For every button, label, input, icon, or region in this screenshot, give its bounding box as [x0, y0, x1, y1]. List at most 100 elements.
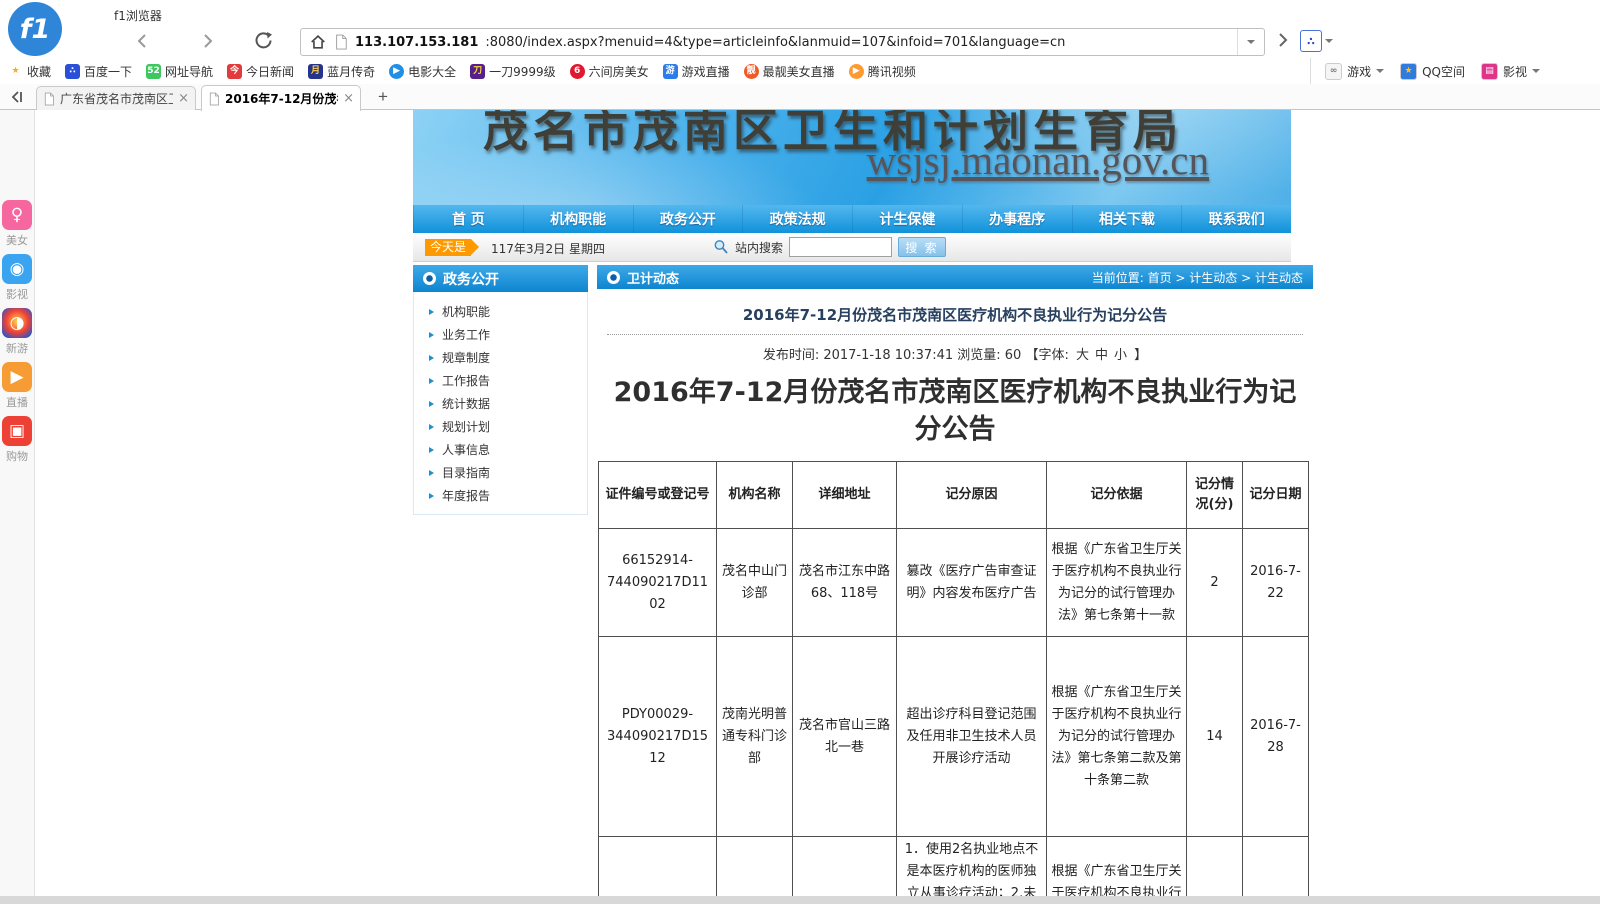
bookmarks-bar: ★ 收藏 ∴ 百度一下 52 网址导航 今 今日新闻 — [0, 58, 1600, 84]
webpage: 茂名市茂南区卫生和计划生育局 wsjsj.maonan.gov.cn 首 页 机… — [35, 110, 1600, 904]
left-menu-item[interactable]: 统计数据 — [414, 392, 587, 415]
bookmark-item[interactable]: ★ 收藏 — [8, 63, 51, 80]
left-menu: 政务公开 机构职能 业务工作 规章制度 — [413, 265, 588, 515]
nav-item[interactable]: 联系我们 — [1181, 205, 1291, 233]
baidu-paw-button[interactable]: ∴ — [1300, 30, 1333, 52]
bookmark-label: 六间房美女 — [589, 63, 649, 80]
cell-date: 2016-7-28 — [1243, 637, 1309, 837]
refresh-icon[interactable] — [252, 31, 274, 53]
tabs: 广东省茂名市茂南区卫生 × 2016年7-12月份茂名市茂 × — [36, 84, 366, 110]
bookmark-item[interactable]: 游 游戏直播 — [663, 63, 730, 80]
bookmark-item[interactable]: ▶ 电影大全 — [389, 63, 456, 80]
url-dropdown-icon[interactable] — [1237, 29, 1264, 55]
bookmark-item[interactable]: 靓 最靓美女直播 — [744, 63, 835, 80]
side-shortcut-icon: ◑ — [2, 308, 32, 338]
bookmark-label: 今日新闻 — [246, 63, 294, 80]
cell-score: 14 — [1187, 637, 1243, 837]
toolbar-button[interactable]: ★ QQ空间 — [1400, 63, 1465, 80]
cell-address: 茂名市江东中路68、118号 — [793, 529, 897, 637]
tab[interactable]: 广东省茂名市茂南区卫生 × — [36, 86, 196, 110]
collapse-tabs-icon[interactable] — [8, 89, 26, 105]
side-shortcut-label: 新游 — [6, 340, 28, 356]
left-menu-item[interactable]: 机构职能 — [414, 300, 587, 323]
search-icon — [713, 239, 729, 255]
bookmark-favicon: 游 — [663, 64, 678, 79]
tab-title: 2016年7-12月份茂名市茂 — [225, 90, 338, 107]
bookmark-item[interactable]: ∴ 百度一下 — [65, 63, 132, 80]
side-shortcut-label: 美女 — [6, 232, 28, 248]
chevron-down-icon — [1325, 39, 1333, 47]
toolbar-button[interactable]: ∞ 游戏 — [1325, 63, 1384, 80]
font-size-link[interactable]: 大 — [1076, 348, 1089, 363]
browser-nav-row: 113.107.153.181:8080/index.aspx?menuid=4… — [0, 24, 1600, 58]
tab-bar: 广东省茂名市茂南区卫生 × 2016年7-12月份茂名市茂 × + — [0, 84, 1600, 110]
nav-item[interactable]: 政策法规 — [742, 205, 852, 233]
left-menu-item-label: 规划计划 — [442, 418, 490, 435]
side-shortcut[interactable]: ◑ 新游 — [2, 308, 32, 356]
cell-reason: 超出诊疗科目登记范围及任用非卫生技术人员开展诊疗活动 — [897, 637, 1047, 837]
home-icon[interactable] — [309, 33, 327, 51]
cell-address: 茂名市江东中路68、118号 — [793, 837, 897, 904]
left-menu-item[interactable]: 目录指南 — [414, 461, 587, 484]
table-header-cell: 机构名称 — [717, 462, 793, 529]
browser-logo[interactable]: f1 — [8, 2, 62, 56]
left-menu-item[interactable]: 人事信息 — [414, 438, 587, 461]
cell-license-id: 66152914-744090217D1102 — [599, 529, 717, 637]
cell-basis: 根据《广东省卫生厅关于医疗机构不良执业行为记分的试行管理办法》第七条第二款及第十… — [1047, 637, 1187, 837]
side-shortcut-label: 影视 — [6, 286, 28, 302]
side-shortcut[interactable]: ◉ 影视 — [2, 254, 32, 302]
left-menu-item[interactable]: 业务工作 — [414, 323, 587, 346]
site-domain[interactable]: wsjsj.maonan.gov.cn — [867, 136, 1209, 184]
font-size-link[interactable]: 中 — [1095, 348, 1108, 363]
nav-item[interactable]: 相关下载 — [1072, 205, 1182, 233]
left-menu-item[interactable]: 年度报告 — [414, 484, 587, 507]
breadcrumb-link[interactable]: 首页 — [1144, 271, 1172, 285]
toolbar-button[interactable]: ▤ 影视 — [1481, 63, 1540, 80]
go-icon[interactable] — [1272, 30, 1294, 52]
table-header-cell: 详细地址 — [793, 462, 897, 529]
page-icon — [208, 92, 220, 106]
site-search-input[interactable] — [789, 237, 892, 257]
table-row: 66152914-744090217D1102 茂名中山门诊部 茂名市江东中路6… — [599, 529, 1309, 637]
bookmark-item[interactable]: 6 六间房美女 — [570, 63, 649, 80]
left-menu-item-label: 业务工作 — [442, 326, 490, 343]
side-shortcut[interactable]: ▣ 购物 — [2, 416, 32, 464]
left-menu-item[interactable]: 规划计划 — [414, 415, 587, 438]
breadcrumb-link[interactable]: 计生动态 — [1237, 271, 1303, 285]
font-size-link[interactable]: 小 — [1114, 348, 1127, 363]
bookmark-item[interactable]: 今 今日新闻 — [227, 63, 294, 80]
close-icon[interactable]: × — [178, 92, 189, 105]
nav-item[interactable]: 首 页 — [413, 205, 523, 233]
left-menu-title: 政务公开 — [443, 269, 499, 289]
article-link-title[interactable]: 2016年7-12月份茂名市茂南区医疗机构不良执业行为记分公告 — [597, 304, 1313, 325]
bookmark-favicon: 刀 — [470, 64, 485, 79]
nav-item[interactable]: 政务公开 — [633, 205, 743, 233]
forward-icon[interactable] — [196, 31, 218, 53]
toolbar-button-icon: ▤ — [1481, 63, 1498, 80]
url-bar[interactable]: 113.107.153.181:8080/index.aspx?menuid=4… — [300, 28, 1265, 56]
page-icon — [43, 92, 55, 106]
table-header-cell: 记分依据 — [1047, 462, 1187, 529]
breadcrumb-link[interactable]: 计生动态 — [1172, 271, 1238, 285]
tab[interactable]: 2016年7-12月份茂名市茂 × — [201, 85, 361, 111]
side-shortcut[interactable]: ▶ 直播 — [2, 362, 32, 410]
bookmark-item[interactable]: ▶ 腾讯视频 — [849, 63, 916, 80]
triangle-bullet-icon — [429, 493, 434, 499]
nav-item[interactable]: 办事程序 — [962, 205, 1072, 233]
table-header-row: 证件编号或登记号机构名称详细地址记分原因记分依据记分情况(分)记分日期 — [599, 462, 1309, 529]
bookmark-item[interactable]: 月 蓝月传奇 — [308, 63, 375, 80]
chevron-down-icon — [1376, 69, 1384, 77]
nav-item[interactable]: 机构职能 — [523, 205, 633, 233]
side-shortcut[interactable]: ♀ 美女 — [2, 200, 32, 248]
close-icon[interactable]: × — [343, 92, 354, 105]
nav-item[interactable]: 计生保健 — [852, 205, 962, 233]
bookmark-item[interactable]: 刀 一刀9999级 — [470, 63, 556, 80]
new-tab-icon[interactable]: + — [372, 86, 394, 108]
search-button[interactable]: 搜 索 — [898, 237, 946, 257]
cell-address: 茂名市官山三路北一巷 — [793, 637, 897, 837]
back-icon[interactable] — [132, 31, 154, 53]
left-menu-item[interactable]: 规章制度 — [414, 346, 587, 369]
left-menu-item[interactable]: 工作报告 — [414, 369, 587, 392]
bookmark-item[interactable]: 52 网址导航 — [146, 63, 213, 80]
bookmark-label: 游戏直播 — [682, 63, 730, 80]
